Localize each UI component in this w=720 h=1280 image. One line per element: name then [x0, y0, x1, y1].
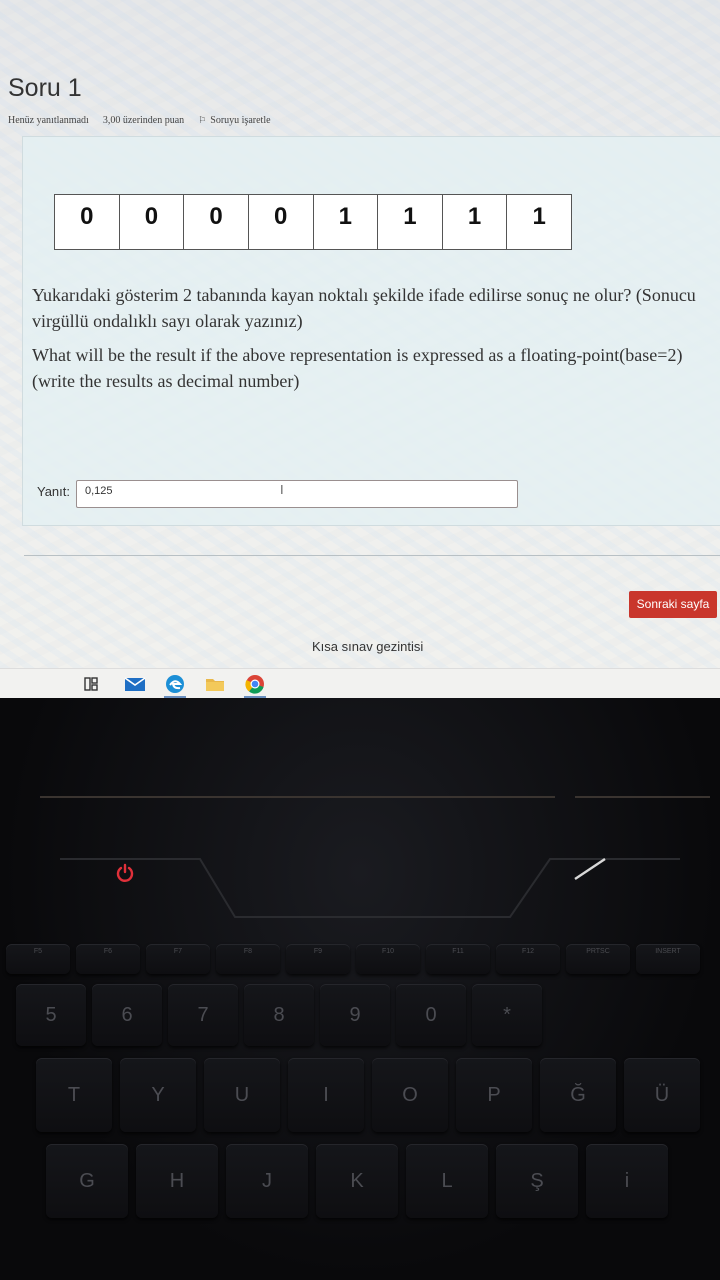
- key-6[interactable]: 6: [92, 984, 162, 1046]
- mail-icon[interactable]: [124, 673, 146, 695]
- key-7[interactable]: 7: [168, 984, 238, 1046]
- hinge-edge: [40, 796, 555, 798]
- answer-label: Yanıt:: [37, 484, 71, 499]
- key-k[interactable]: K: [316, 1144, 398, 1218]
- key-i[interactable]: I: [288, 1058, 364, 1132]
- key-o[interactable]: O: [372, 1058, 448, 1132]
- hinge-edge: [575, 796, 710, 798]
- key-prtsc[interactable]: PRTSC: [566, 944, 630, 974]
- taskbar: [0, 668, 720, 699]
- key-p[interactable]: P: [456, 1058, 532, 1132]
- bit-cell: 1: [314, 195, 379, 249]
- question-info: Henüz yanıtlanmadı 3,00 üzerinden puan ⚐…: [8, 115, 271, 126]
- key-f8[interactable]: F8: [216, 944, 280, 974]
- question-text-turkish: Yukarıdaki gösterim 2 tabanında kayan no…: [32, 285, 696, 331]
- flag-question-link[interactable]: ⚐ Soruyu işaretle: [198, 115, 270, 126]
- key-ş[interactable]: Ş: [496, 1144, 578, 1218]
- bit-cell: 0: [55, 195, 120, 249]
- key-9[interactable]: 9: [320, 984, 390, 1046]
- key-5[interactable]: 5: [16, 984, 86, 1046]
- key-8[interactable]: 8: [244, 984, 314, 1046]
- bit-cell: 0: [184, 195, 249, 249]
- key-ü[interactable]: Ü: [624, 1058, 700, 1132]
- key-g[interactable]: G: [46, 1144, 128, 1218]
- question-title: Soru 1: [8, 74, 82, 102]
- speaker-grille-outline: [60, 858, 680, 918]
- i-beam-cursor-icon: I: [280, 482, 284, 497]
- task-view-icon[interactable]: [80, 673, 102, 695]
- bit-cell: 0: [120, 195, 185, 249]
- next-page-button[interactable]: Sonraki sayfa: [629, 591, 717, 618]
- file-explorer-icon[interactable]: [204, 673, 226, 695]
- edge-icon[interactable]: [164, 673, 186, 698]
- question-points: 3,00 üzerinden puan: [102, 115, 185, 126]
- bit-cell: 1: [532, 203, 546, 230]
- key-0[interactable]: 0: [396, 984, 466, 1046]
- key-y[interactable]: Y: [120, 1058, 196, 1132]
- key-f12[interactable]: F12: [496, 944, 560, 974]
- key-f11[interactable]: F11: [426, 944, 490, 974]
- key-u[interactable]: U: [204, 1058, 280, 1132]
- key-h[interactable]: H: [136, 1144, 218, 1218]
- flag-icon: ⚐: [198, 115, 207, 125]
- quiz-navigation-link[interactable]: Kısa sınav gezintisi: [312, 639, 423, 654]
- question-status: Henüz yanıtlanmadı: [8, 115, 89, 126]
- key-j[interactable]: J: [226, 1144, 308, 1218]
- question-text-english: What will be the result if the above rep…: [32, 345, 683, 391]
- key-f7[interactable]: F7: [146, 944, 210, 974]
- bit-cell: 1: [443, 195, 508, 249]
- bit-table: 0 0 0 0 1 1 1 1: [54, 194, 572, 250]
- key-f5[interactable]: F5: [6, 944, 70, 974]
- key-insert[interactable]: INSERT: [636, 944, 700, 974]
- key-ğ[interactable]: Ğ: [540, 1058, 616, 1132]
- key-t[interactable]: T: [36, 1058, 112, 1132]
- key-l[interactable]: L: [406, 1144, 488, 1218]
- browser-screen: Soru 1 Henüz yanıtlanmadı 3,00 üzerinden…: [0, 0, 720, 668]
- answer-input[interactable]: 0,125: [76, 480, 518, 508]
- bit-cell: 0: [249, 195, 314, 249]
- bit-cell: 1: [378, 195, 443, 249]
- key-i[interactable]: i: [586, 1144, 668, 1218]
- chrome-icon[interactable]: [244, 673, 266, 698]
- key-f6[interactable]: F6: [76, 944, 140, 974]
- flag-question-label: Soruyu işaretle: [210, 115, 271, 126]
- key-f10[interactable]: F10: [356, 944, 420, 974]
- divider: [24, 555, 720, 556]
- key-f9[interactable]: F9: [286, 944, 350, 974]
- key-[interactable]: *: [472, 984, 542, 1046]
